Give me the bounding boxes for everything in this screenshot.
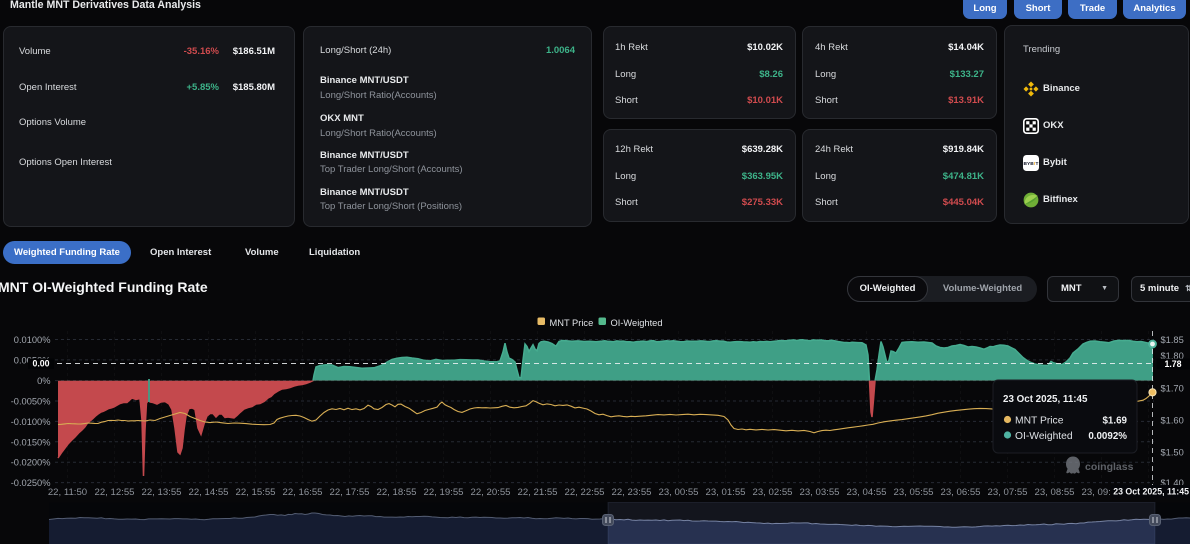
svg-text:-0.0100%: -0.0100% [11, 417, 51, 427]
svg-text:-0.0250%: -0.0250% [11, 478, 51, 488]
svg-text:$1.50: $1.50 [1161, 448, 1184, 458]
svg-text:-0.0200%: -0.0200% [11, 458, 51, 468]
svg-text:coinglass: coinglass [1085, 461, 1134, 473]
svg-text:22, 20:55: 22, 20:55 [470, 487, 510, 498]
svg-text:MNT Price: MNT Price [550, 318, 594, 328]
svg-text:MNT Price: MNT Price [1015, 416, 1064, 427]
svg-text:0.00: 0.00 [32, 359, 49, 369]
svg-text:1.78: 1.78 [1164, 359, 1181, 369]
svg-text:$1.60: $1.60 [1161, 416, 1184, 426]
svg-text:22, 11:50: 22, 11:50 [48, 487, 87, 498]
svg-text:23, 01:55: 23, 01:55 [705, 487, 745, 498]
svg-text:OI-Weighted: OI-Weighted [1015, 431, 1073, 442]
svg-text:22, 14:55: 22, 14:55 [188, 487, 228, 498]
svg-text:-0.0050%: -0.0050% [11, 397, 51, 407]
svg-text:22, 19:55: 22, 19:55 [423, 487, 463, 498]
svg-text:22, 15:55: 22, 15:55 [235, 487, 275, 498]
svg-text:22, 17:55: 22, 17:55 [329, 487, 369, 498]
svg-text:23 Oct 2025, 11:45: 23 Oct 2025, 11:45 [1003, 394, 1088, 405]
svg-text:23, 02:55: 23, 02:55 [752, 487, 792, 498]
svg-text:OI-Weighted: OI-Weighted [611, 318, 663, 328]
svg-text:23, 00:55: 23, 00:55 [658, 487, 698, 498]
svg-text:$1.69: $1.69 [1102, 416, 1127, 427]
svg-text:22, 16:55: 22, 16:55 [282, 487, 322, 498]
svg-text:$1.85: $1.85 [1161, 335, 1184, 345]
svg-text:0.0092%: 0.0092% [1088, 431, 1127, 442]
svg-text:22, 23:55: 22, 23:55 [611, 487, 651, 498]
svg-text:22, 12:55: 22, 12:55 [94, 487, 134, 498]
svg-text:23, 04:55: 23, 04:55 [846, 487, 886, 498]
svg-text:22, 13:55: 22, 13:55 [141, 487, 181, 498]
svg-text:0%: 0% [37, 376, 50, 386]
svg-text:23, 06:55: 23, 06:55 [940, 487, 980, 498]
svg-text:BYB!T: BYB!T [1023, 160, 1038, 166]
svg-text:23, 08:55: 23, 08:55 [1034, 487, 1074, 498]
svg-text:-0.0150%: -0.0150% [11, 437, 51, 447]
svg-text:23 Oct 2025, 11:45: 23 Oct 2025, 11:45 [1113, 487, 1189, 497]
svg-text:23, 07:55: 23, 07:55 [987, 487, 1027, 498]
svg-text:23, 05:55: 23, 05:55 [893, 487, 933, 498]
svg-text:22, 21:55: 22, 21:55 [517, 487, 557, 498]
svg-text:23, 03:55: 23, 03:55 [799, 487, 839, 498]
svg-text:0.0100%: 0.0100% [14, 335, 51, 345]
svg-text:$1.70: $1.70 [1161, 384, 1184, 394]
svg-text:22, 22:55: 22, 22:55 [564, 487, 604, 498]
svg-text:22, 18:55: 22, 18:55 [376, 487, 416, 498]
